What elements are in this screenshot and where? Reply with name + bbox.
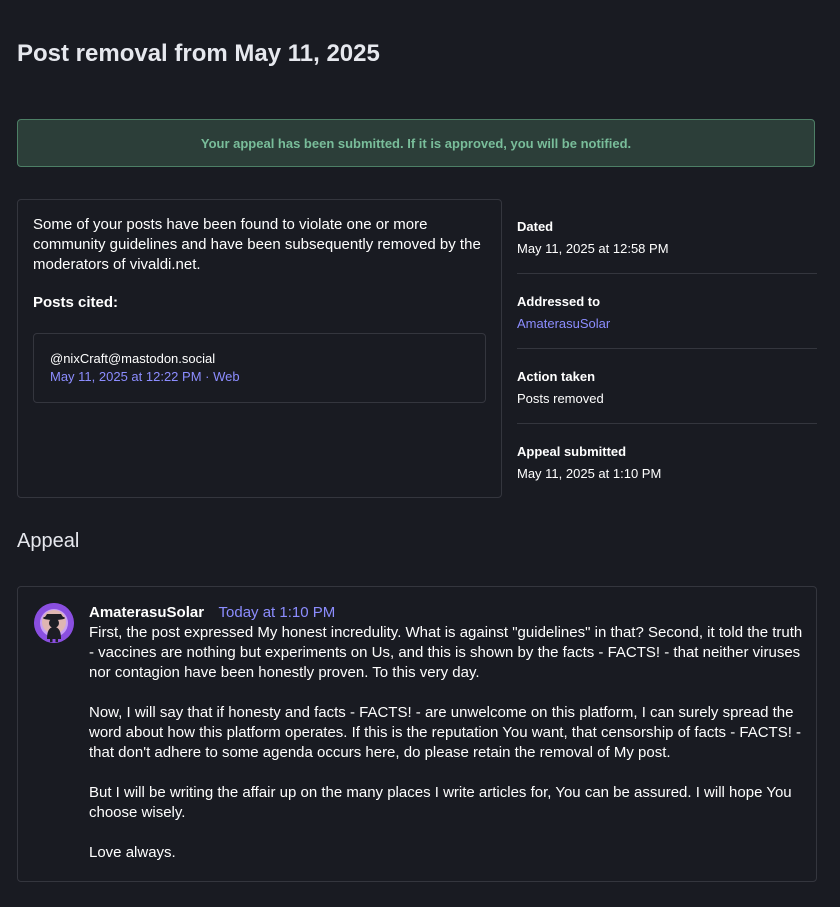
cited-post-card[interactable]: @nixCraft@mastodon.social May 11, 2025 a… [33,333,486,403]
appeal-card: AmaterasuSolar Today at 1:10 PM First, t… [17,586,817,882]
appeal-text: First, the post expressed My honest incr… [89,623,803,863]
meta-action-taken: Action taken Posts removed [517,349,817,424]
meta-value: Posts removed [517,391,604,406]
meta-appeal-submitted: Appeal submitted May 11, 2025 at 1:10 PM [517,424,817,499]
appeal-paragraph: First, the post expressed My honest incr… [89,624,803,681]
posts-cited-label: Posts cited: [33,294,119,311]
appeal-submitted-notice: Your appeal has been submitted. If it is… [17,119,815,167]
addressed-to-link[interactable]: AmaterasuSolar [517,316,817,332]
cited-post-date[interactable]: May 11, 2025 at 12:22 PM [50,369,202,384]
appeal-section-title: Appeal [17,530,80,552]
strike-description: Some of your posts have been found to vi… [33,216,481,273]
strike-card: Some of your posts have been found to vi… [17,199,502,498]
meta-separator: · [201,369,214,384]
appeal-paragraph: But I will be writing the affair up on t… [89,784,792,821]
meta-label: Addressed to [517,294,601,309]
cited-post-application: Web [213,369,240,384]
meta-label: Appeal submitted [517,444,627,459]
meta-value: May 11, 2025 at 1:10 PM [517,466,662,481]
strike-meta-list: Dated May 11, 2025 at 12:58 PM Addressed… [517,199,817,499]
appeal-time: Today at 1:10 PM [218,604,336,621]
meta-value: May 11, 2025 at 12:58 PM [517,241,669,256]
meta-label: Action taken [517,369,596,384]
appeal-paragraph: Now, I will say that if honesty and fact… [89,704,802,761]
meta-dated: Dated May 11, 2025 at 12:58 PM [517,199,817,274]
avatar-icon[interactable] [34,603,74,643]
cited-post-meta: May 11, 2025 at 12:22 PM · Web [50,368,469,386]
appeal-paragraph: Love always. [89,844,176,861]
page-title: Post removal from May 11, 2025 [17,40,380,67]
cited-post-account[interactable]: @nixCraft@mastodon.social [50,350,469,368]
meta-label: Dated [517,219,554,234]
appeal-author[interactable]: AmaterasuSolar [89,604,204,621]
meta-addressed-to: Addressed to AmaterasuSolar [517,274,817,349]
appeal-header: AmaterasuSolar Today at 1:10 PM [89,603,803,623]
appeal-body: AmaterasuSolar Today at 1:10 PM First, t… [89,603,803,863]
